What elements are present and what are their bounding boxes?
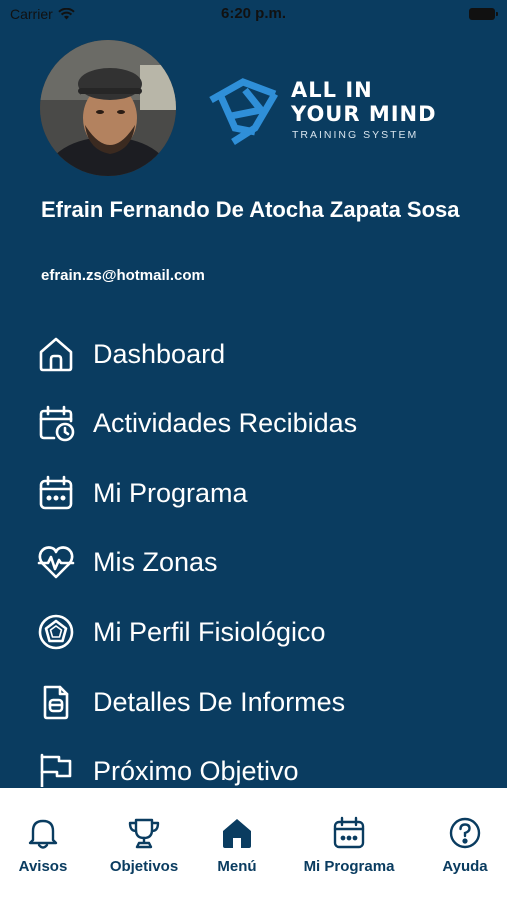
logo-mark-icon: [209, 78, 279, 145]
avatar[interactable]: [40, 40, 176, 176]
tab-bar: Avisos Objetivos Menú Mi Programa Ayuda: [0, 788, 507, 900]
tab-label: Avisos: [18, 858, 68, 875]
tab-label: Objetivos: [109, 858, 179, 875]
menu-item-proximo-objetivo[interactable]: Próximo Objetivo: [36, 741, 476, 787]
tab-menu[interactable]: Menú: [210, 788, 264, 900]
bell-icon: [27, 816, 59, 850]
tab-label: Mi Programa: [303, 858, 395, 875]
home-icon: [220, 816, 254, 850]
help-icon: [448, 816, 482, 850]
avatar-photo: [40, 40, 176, 176]
menu-item-label: Mi Programa: [93, 477, 248, 508]
menu-item-dashboard[interactable]: Dashboard: [36, 324, 476, 384]
status-bar: Carrier 6:20 p.m.: [0, 0, 507, 28]
menu-item-detalles-de-informes[interactable]: Detalles De Informes: [36, 672, 476, 732]
user-email: efrain.zs@hotmail.com: [41, 267, 205, 284]
tab-avisos[interactable]: Avisos: [14, 788, 72, 900]
logo-tagline: TRAINING SYSTEM: [292, 129, 419, 141]
menu-item-label: Detalles De Informes: [93, 686, 346, 717]
battery-icon: [469, 8, 498, 20]
tab-mi-programa[interactable]: Mi Programa: [298, 788, 400, 900]
menu-item-label: Mi Perfil Fisiológico: [93, 616, 326, 647]
menu-item-label: Actividades Recibidas: [93, 407, 358, 438]
logo-line-1: ALL IN: [291, 78, 373, 102]
tab-ayuda[interactable]: Ayuda: [438, 788, 492, 900]
menu-item-actividades-recibidas[interactable]: Actividades Recibidas: [36, 393, 476, 453]
document-icon: [36, 682, 76, 722]
home-icon: [36, 334, 76, 374]
side-menu: Dashboard Actividades Recibidas Mi Progr…: [0, 319, 507, 787]
logo-line-2: YOUR MIND: [291, 102, 437, 126]
status-time: 6:20 p.m.: [220, 5, 287, 22]
calendar-icon: [332, 816, 366, 850]
menu-item-mis-zonas[interactable]: Mis Zonas: [36, 532, 476, 592]
tab-objetivos[interactable]: Objetivos: [104, 788, 184, 900]
menu-item-label: Dashboard: [93, 338, 226, 369]
menu-item-mi-programa[interactable]: Mi Programa: [36, 463, 476, 523]
menu-item-label: Mis Zonas: [93, 546, 218, 577]
flag-icon: [36, 751, 76, 787]
menu-item-mi-perfil-fisiologico[interactable]: Mi Perfil Fisiológico: [36, 602, 476, 662]
tab-label: Ayuda: [442, 858, 488, 875]
menu-item-label: Próximo Objetivo: [93, 755, 299, 786]
calendar-clock-icon: [36, 403, 76, 443]
brand-logo: ALL IN YOUR MIND TRAINING SYSTEM: [205, 72, 445, 152]
tab-label: Menú: [217, 858, 257, 875]
calendar-icon: [36, 473, 76, 513]
trophy-icon: [127, 816, 161, 850]
pentagon-badge-icon: [36, 612, 76, 652]
heart-pulse-icon: [36, 542, 76, 582]
user-name: Efrain Fernando De Atocha Zapata Sosa: [41, 197, 460, 222]
